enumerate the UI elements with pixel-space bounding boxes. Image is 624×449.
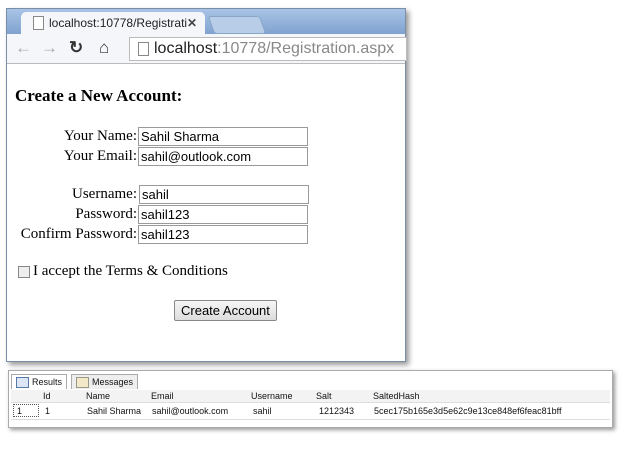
grid-header: Id Name Email Username Salt SaltedHash [11, 390, 610, 403]
tab-messages[interactable]: Messages [71, 374, 139, 389]
cell-id[interactable]: 1 [45, 403, 50, 419]
page-icon [33, 16, 44, 30]
cell-salt[interactable]: 1212343 [319, 403, 354, 419]
create-account-button[interactable]: Create Account [174, 300, 277, 321]
email-input[interactable]: sahil@outlook.com [138, 147, 308, 166]
name-input[interactable]: Sahil Sharma [138, 127, 308, 146]
password-label: Password: [75, 206, 137, 222]
username-input[interactable]: sahil [139, 185, 309, 204]
tab-title: localhost:10778/Registrati [49, 16, 188, 30]
browser-window: localhost:10778/Registrati ✕ ← → ↻ ⌂ loc… [6, 8, 407, 362]
back-icon[interactable]: ← [15, 38, 32, 58]
column-header[interactable]: Email [151, 390, 174, 402]
confirm-password-input[interactable]: sahil123 [138, 225, 308, 244]
cell-username[interactable]: sahil [253, 403, 272, 419]
toolbar: ← → ↻ ⌂ localhost:10778/Registration.asp… [7, 34, 407, 64]
terms-checkbox[interactable] [18, 266, 30, 278]
username-label: Username: [72, 186, 137, 202]
forward-icon[interactable]: → [41, 38, 58, 58]
page-icon [138, 42, 149, 56]
table-row[interactable]: 1 1 Sahil Sharma sahil@outlook.com sahil… [11, 403, 610, 420]
home-icon[interactable]: ⌂ [99, 38, 109, 58]
row-number[interactable]: 1 [13, 404, 39, 417]
column-header[interactable]: SaltedHash [373, 390, 420, 402]
grid-icon [16, 377, 29, 388]
url-text: localhost:10778/Registration.aspx [154, 40, 395, 57]
column-header[interactable]: Id [43, 390, 51, 402]
new-tab-button[interactable] [207, 16, 267, 34]
password-input[interactable]: sahil123 [138, 205, 308, 224]
reload-icon[interactable]: ↻ [69, 38, 83, 58]
cell-saltedhash[interactable]: 5cec175b165e3d5e62c9e13ce848ef6feac81bff [374, 403, 562, 419]
cell-name[interactable]: Sahil Sharma [87, 403, 141, 419]
name-label: Your Name: [63, 128, 137, 144]
terms-label[interactable]: I accept the Terms & Conditions [33, 263, 228, 280]
page-title: Create a New Account: [15, 86, 183, 105]
cell-email[interactable]: sahil@outlook.com [152, 403, 228, 419]
column-header[interactable]: Name [86, 390, 110, 402]
results-grid-panel: Results Messages Id Name Email Username … [8, 370, 613, 428]
email-label: Your Email: [63, 148, 137, 164]
address-bar[interactable]: localhost:10778/Registration.aspx [129, 37, 407, 61]
confirm-password-label: Confirm Password: [20, 226, 137, 242]
close-tab-icon[interactable]: ✕ [187, 12, 197, 34]
column-header[interactable]: Username [251, 390, 293, 402]
tab-label: Results [32, 377, 63, 387]
messages-icon [76, 377, 89, 388]
tab-strip: localhost:10778/Registrati ✕ [7, 9, 405, 34]
tab-results[interactable]: Results [11, 374, 68, 389]
browser-tab[interactable]: localhost:10778/Registrati ✕ [21, 12, 205, 34]
column-header[interactable]: Salt [316, 390, 332, 402]
tab-label: Messages [92, 377, 134, 387]
